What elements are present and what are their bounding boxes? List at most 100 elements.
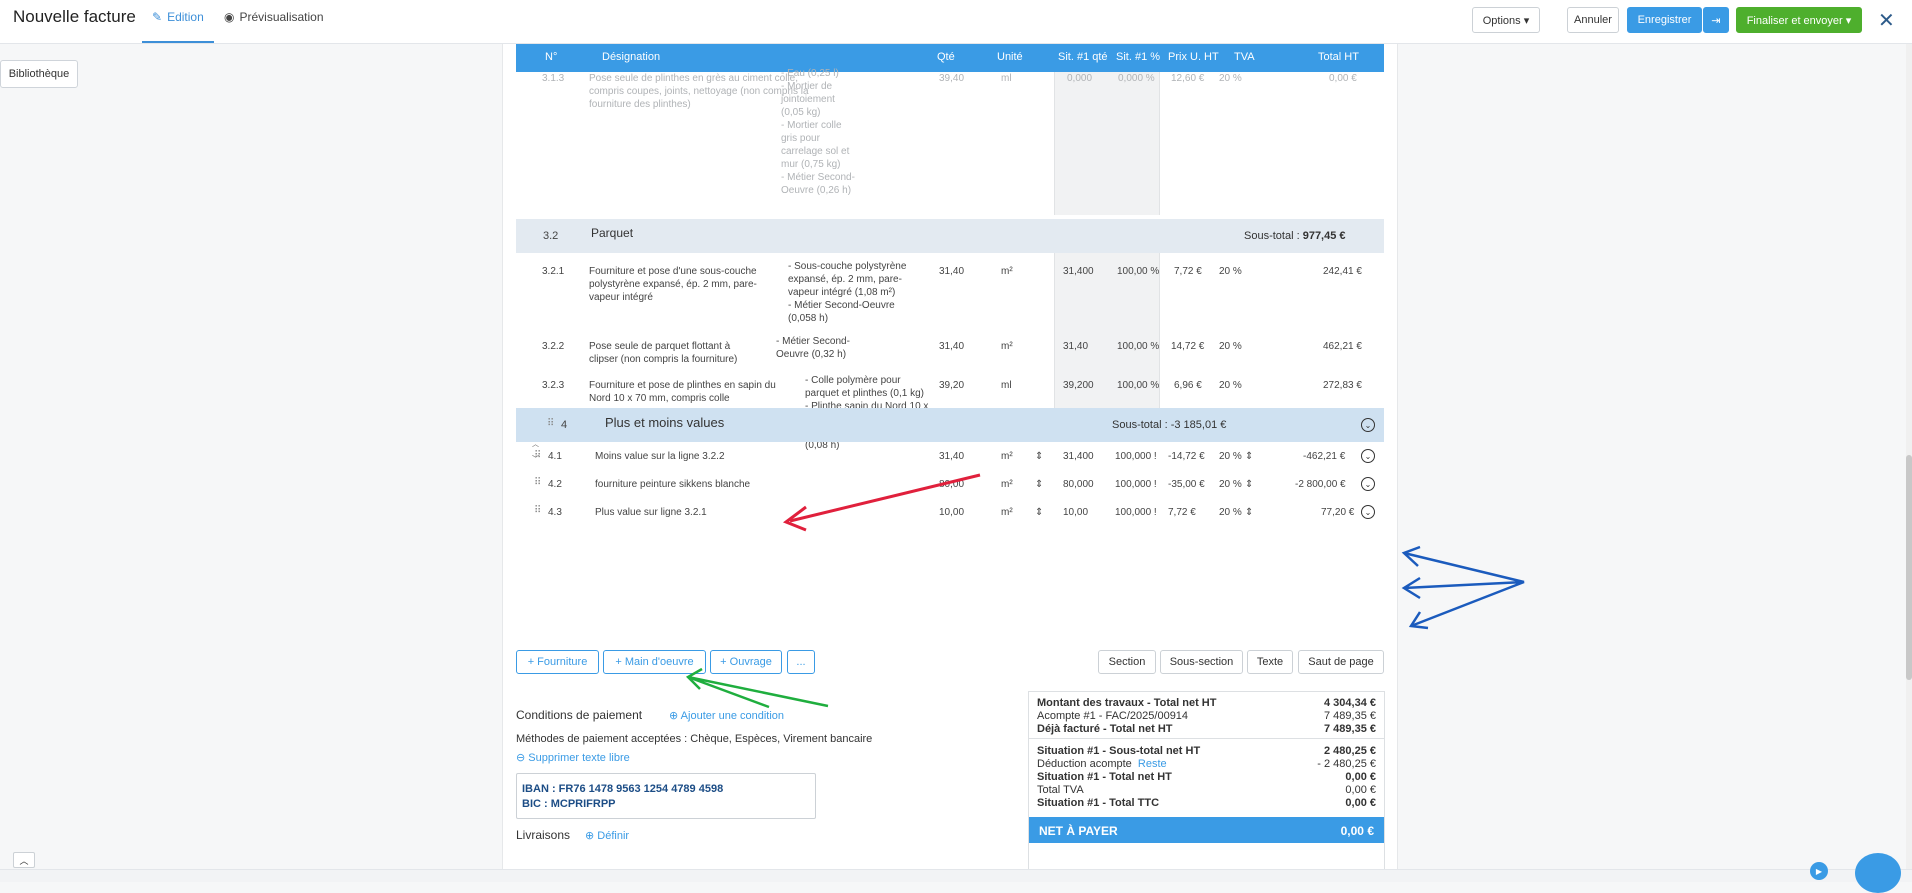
section-row-parquet[interactable]: 3.2 Parquet Sous-total : 977,45 € — [516, 219, 1384, 253]
row-desc: Pose seule de plinthes en grès au ciment… — [589, 73, 809, 110]
row-tva: 20 % — [1219, 341, 1242, 352]
totals-panel: Montant des travaux - Total net HT 4 304,… — [1028, 691, 1385, 882]
row-qty[interactable]: 31,40 — [939, 450, 964, 463]
unit-select-arrows-icon[interactable]: ⇕ — [1035, 450, 1043, 463]
more-button[interactable]: ... — [787, 650, 815, 674]
row-desc[interactable]: Moins value sur la ligne 3.2.2 — [595, 450, 725, 463]
save-exit-button[interactable]: ⇥ — [1703, 7, 1729, 33]
chat-bubble-icon[interactable] — [1855, 853, 1901, 893]
row-sit-qty[interactable]: 80,000 — [1063, 478, 1094, 491]
library-button[interactable]: Bibliothèque — [0, 60, 78, 88]
table-header: N° Désignation Qté Unité Sit. #1 qté Sit… — [516, 44, 1384, 72]
situation-column-bg — [1054, 72, 1160, 215]
row-unit[interactable]: m² — [1001, 478, 1013, 491]
row-unit-price: 6,96 € — [1174, 380, 1202, 391]
row-desc: Pose seule de parquet flottant à clipser… — [589, 341, 738, 365]
totals-value: 4 304,34 € — [1324, 697, 1376, 709]
section-row-plus-moins-values[interactable]: ⠿ 4 Plus et moins values Sous-total : -3… — [516, 408, 1384, 442]
row-qty[interactable]: 10,00 — [939, 506, 964, 519]
chevron-down-icon[interactable]: ⌄ — [1361, 477, 1375, 491]
row-tva[interactable]: 20 % — [1219, 478, 1242, 491]
play-icon[interactable]: ▶ — [1810, 862, 1828, 880]
finalize-send-button[interactable]: Finaliser et envoyer ▾ — [1736, 7, 1862, 33]
totals-row: Situation #1 - Total TTC 0,00 € — [1037, 797, 1376, 811]
row-qty[interactable]: 80,00 — [939, 478, 964, 491]
row-sit-qty[interactable]: 10,00 — [1063, 506, 1088, 519]
remove-free-text-link[interactable]: ⊖ Supprimer texte libre — [516, 751, 630, 764]
tab-previsualisation[interactable]: ◉ Prévisualisation — [224, 10, 324, 24]
add-condition-link[interactable]: ⊕ Ajouter une condition — [669, 709, 784, 722]
col-unit: Unité — [997, 51, 1023, 63]
col-unit-price: Prix U. HT — [1168, 51, 1219, 63]
chevron-down-icon[interactable]: ⌄ — [1361, 505, 1375, 519]
row-unit: m² — [1001, 341, 1013, 352]
row-desc: Fourniture et pose d'une sous-couche pol… — [589, 266, 757, 303]
tva-select-arrows-icon[interactable]: ⇕ — [1245, 506, 1253, 519]
col-tva: TVA — [1234, 51, 1255, 63]
tva-select-arrows-icon[interactable]: ⇕ — [1245, 450, 1253, 463]
row-sit-pct[interactable]: 100,000 ! — [1115, 506, 1157, 519]
add-sous-section-button[interactable]: Sous-section — [1160, 650, 1243, 674]
add-condition-label: Ajouter une condition — [680, 710, 785, 722]
add-main-oeuvre-button[interactable]: + Main d'oeuvre — [603, 650, 706, 674]
row-unit-price: 7,72 € — [1174, 266, 1202, 277]
close-icon[interactable]: ✕ — [1878, 8, 1895, 33]
totals-label: Déjà facturé - Total net HT — [1037, 723, 1173, 735]
totals-row: Montant des travaux - Total net HT 4 304,… — [1037, 697, 1376, 711]
drag-handle-icon[interactable]: ⠿ — [534, 505, 541, 516]
scroll-up-button[interactable]: ︿ — [13, 852, 35, 868]
add-main-oeuvre-label: Main d'oeuvre — [624, 656, 694, 668]
row-sit-pct[interactable]: 100,000 ! — [1115, 450, 1157, 463]
col-sit-pct: Sit. #1 % — [1116, 51, 1161, 63]
totals-value: 0,00 € — [1345, 784, 1376, 796]
drag-handle-icon[interactable]: ⠿ — [534, 450, 541, 461]
col-total: Total HT — [1318, 51, 1359, 63]
subtotal-label: Sous-total : — [1112, 419, 1168, 431]
row-total: 242,41 € — [1323, 266, 1362, 277]
totals-value: 0,00 € — [1345, 771, 1376, 783]
cancel-button[interactable]: Annuler — [1567, 7, 1619, 33]
row-sit-pct: 0,000 % — [1118, 73, 1155, 84]
row-total: 462,21 € — [1323, 341, 1362, 352]
totals-row: Acompte #1 - FAC/2025/00914 7 489,35 € — [1037, 710, 1376, 724]
row-sit-qty[interactable]: 31,400 — [1063, 450, 1094, 463]
unit-select-arrows-icon[interactable]: ⇕ — [1035, 506, 1043, 519]
drag-handle-icon[interactable]: ⠿ — [534, 477, 541, 488]
add-texte-button[interactable]: Texte — [1247, 650, 1293, 674]
add-page-break-button[interactable]: Saut de page — [1298, 650, 1384, 674]
row-unit-price[interactable]: -35,00 € — [1168, 478, 1205, 491]
scrollbar-thumb[interactable] — [1906, 455, 1912, 680]
row-unit-price: 12,60 € — [1171, 73, 1205, 84]
tva-select-arrows-icon[interactable]: ⇕ — [1245, 478, 1253, 491]
add-ouvrage-label: Ouvrage — [729, 656, 772, 668]
remaining-link[interactable]: Reste — [1138, 758, 1167, 770]
define-delivery-link[interactable]: ⊕ Définir — [585, 829, 629, 842]
row-desc[interactable]: fourniture peinture sikkens blanche — [595, 478, 750, 491]
add-section-button[interactable]: Section — [1098, 650, 1156, 674]
bank-details-box[interactable]: IBAN : FR76 1478 9563 1254 4789 4598 BIC… — [516, 773, 816, 819]
totals-label: Situation #1 - Total TTC — [1037, 797, 1160, 809]
tab-edition[interactable]: ✎ Edition — [152, 10, 204, 24]
unit-select-arrows-icon[interactable]: ⇕ — [1035, 478, 1043, 491]
save-button[interactable]: Enregistrer — [1627, 7, 1702, 33]
row-num: 4.1 — [548, 451, 562, 462]
section-subtotal: Sous-total : 977,45 € — [1244, 230, 1346, 242]
row-total: 0,00 € — [1329, 73, 1357, 84]
chevron-down-icon[interactable]: ⌄ — [1361, 418, 1375, 432]
drag-handle-icon[interactable]: ⠿ — [547, 418, 554, 429]
add-fourniture-button[interactable]: + Fourniture — [516, 650, 599, 674]
add-ouvrage-button[interactable]: + Ouvrage — [710, 650, 782, 674]
row-unit-price[interactable]: 7,72 € — [1168, 506, 1196, 519]
row-desc[interactable]: Plus value sur ligne 3.2.1 — [595, 506, 707, 519]
row-sit-pct[interactable]: 100,000 ! — [1115, 478, 1157, 491]
totals-label: Montant des travaux - Total net HT — [1037, 697, 1217, 709]
row-unit-price[interactable]: -14,72 € — [1168, 450, 1205, 463]
row-unit[interactable]: m² — [1001, 450, 1013, 463]
row-tva[interactable]: 20 % — [1219, 450, 1242, 463]
row-tva[interactable]: 20 % — [1219, 506, 1242, 519]
options-button[interactable]: Options ▾ — [1472, 7, 1540, 33]
chevron-down-icon[interactable]: ⌄ — [1361, 449, 1375, 463]
row-unit[interactable]: m² — [1001, 506, 1013, 519]
bottom-strip — [0, 869, 1912, 882]
invoice-document: N° Désignation Qté Unité Sit. #1 qté Sit… — [502, 44, 1398, 882]
